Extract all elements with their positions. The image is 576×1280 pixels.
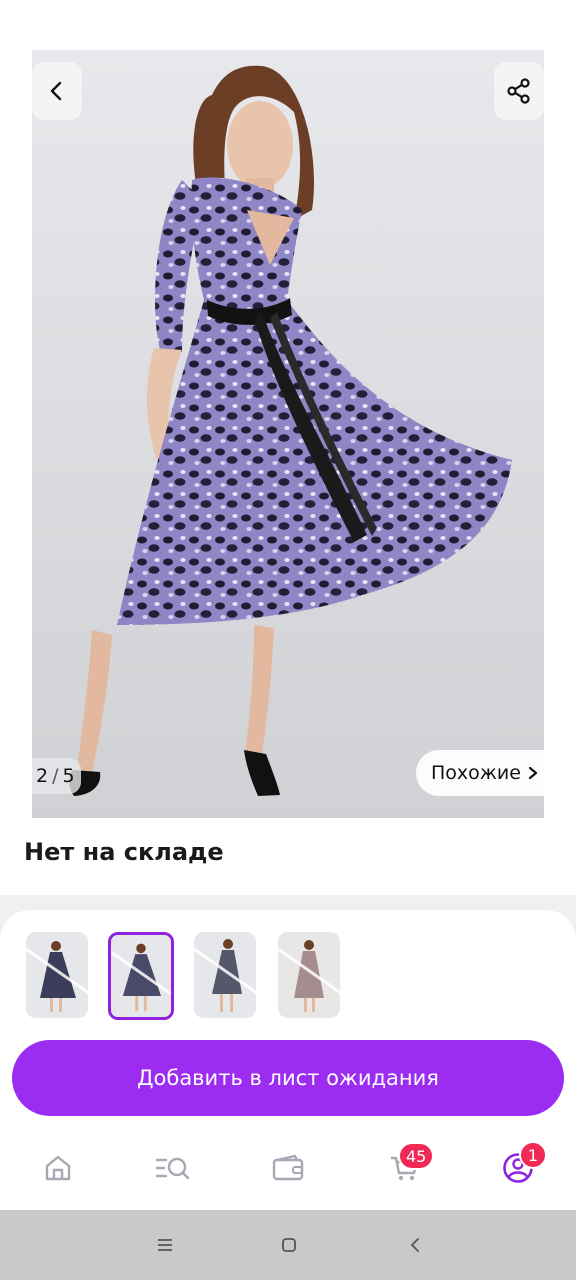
back-chevron-icon xyxy=(410,1238,419,1252)
nav-catalog[interactable] xyxy=(152,1148,194,1188)
dress-thumbnail-image xyxy=(194,932,256,1018)
catalog-search-icon xyxy=(155,1157,190,1180)
dress-thumbnail-image xyxy=(278,932,340,1018)
thumbnail-2-selected[interactable] xyxy=(108,932,174,1020)
menu-icon xyxy=(158,1239,172,1251)
similar-button[interactable]: Похожие xyxy=(416,750,544,796)
chevron-right-icon xyxy=(528,766,538,780)
thumbnail-4[interactable] xyxy=(278,932,340,1018)
back-button[interactable] xyxy=(32,62,82,120)
thumbnail-3[interactable] xyxy=(194,932,256,1018)
image-counter-separator: / xyxy=(52,765,59,787)
system-home-button[interactable] xyxy=(274,1230,304,1260)
cart-count-badge: 45 xyxy=(398,1142,435,1170)
wallet-icon xyxy=(272,1154,304,1181)
system-back-button[interactable] xyxy=(400,1230,430,1260)
share-icon xyxy=(507,78,530,104)
profile-notification-badge: 1 xyxy=(519,1141,547,1169)
home-icon xyxy=(45,1155,71,1181)
add-to-waitlist-button[interactable]: Добавить в лист ожидания xyxy=(12,1040,564,1116)
thumbnail-1[interactable] xyxy=(26,932,88,1018)
nav-home[interactable] xyxy=(38,1148,78,1188)
chevron-left-icon xyxy=(50,81,62,101)
system-menu-button[interactable] xyxy=(150,1230,180,1260)
image-counter: 2 / 5 xyxy=(32,758,81,794)
home-square-icon xyxy=(282,1238,296,1252)
product-photo[interactable] xyxy=(32,50,544,818)
nav-wallet[interactable] xyxy=(268,1148,308,1188)
image-counter-current: 2 xyxy=(36,765,49,787)
dress-thumbnail-image xyxy=(111,935,171,1017)
similar-label: Похожие xyxy=(431,762,521,784)
dress-thumbnail-image xyxy=(26,932,88,1018)
stock-status: Нет на складе xyxy=(24,838,224,866)
image-counter-total: 5 xyxy=(62,765,75,787)
share-button[interactable] xyxy=(494,62,544,120)
